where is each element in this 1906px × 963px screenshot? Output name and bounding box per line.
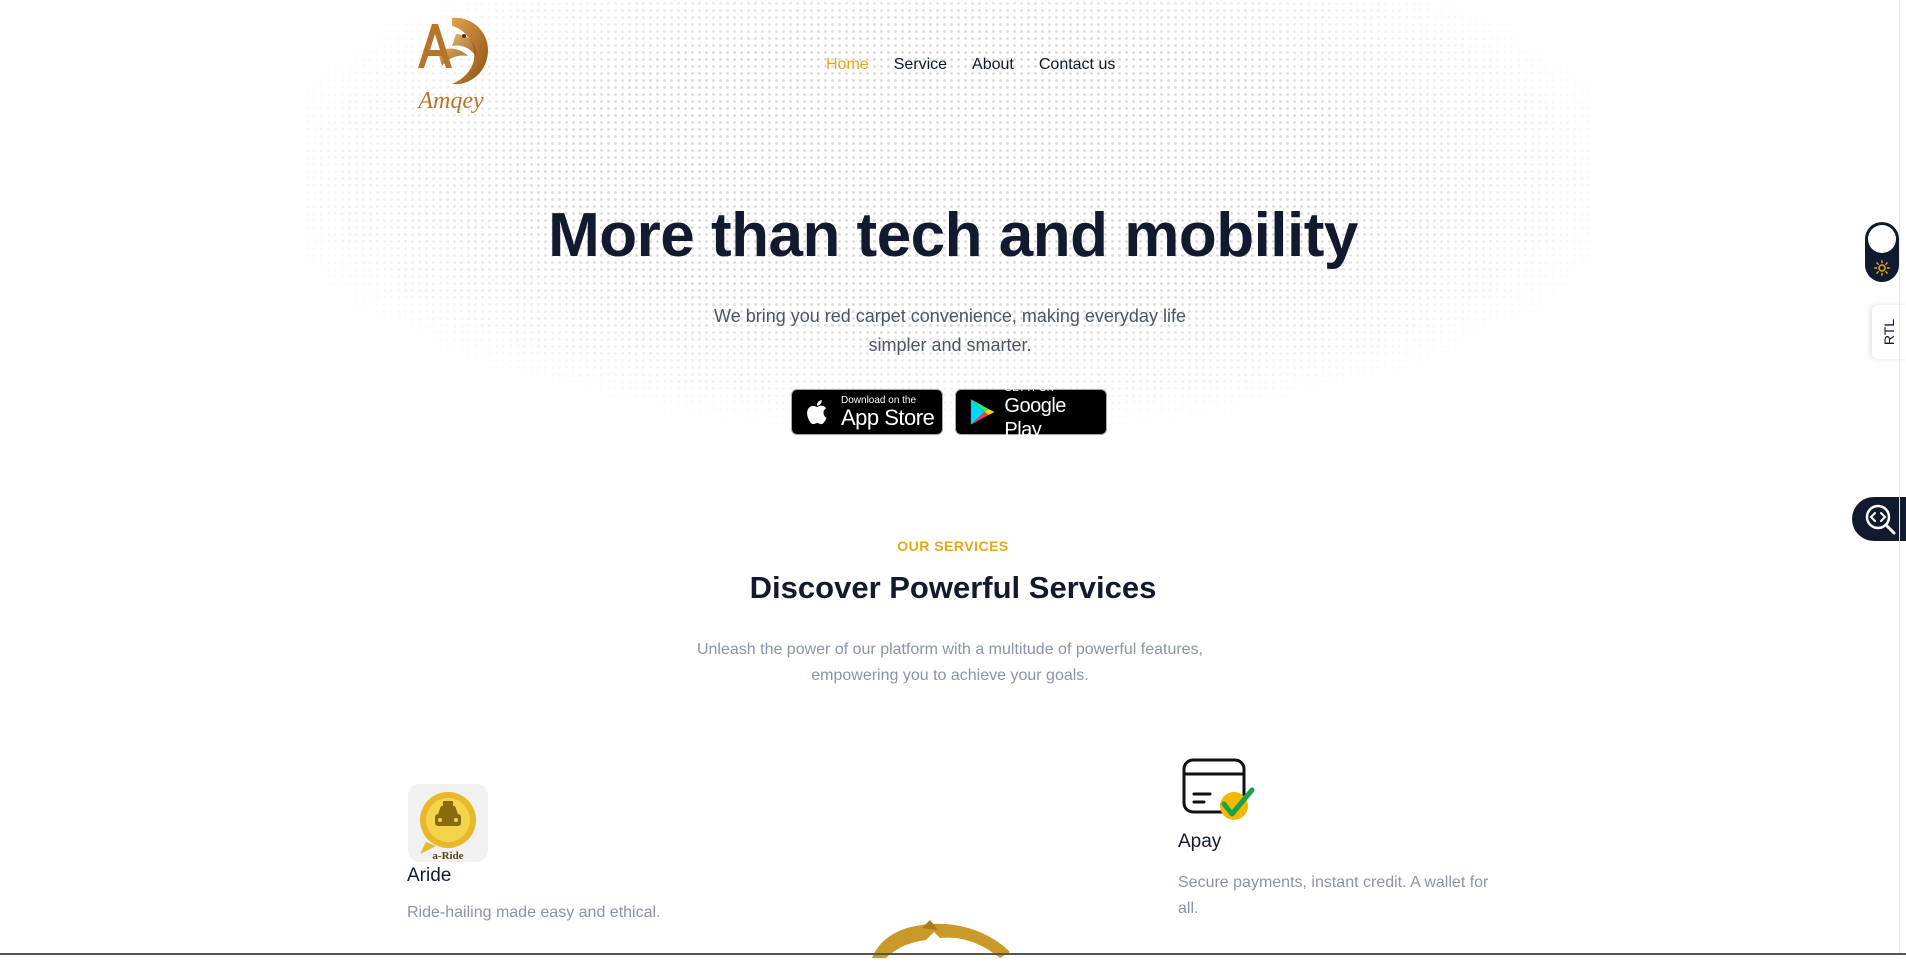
nav-service[interactable]: Service [894,56,947,74]
app-store-button[interactable]: Download on the App Store [791,389,943,435]
google-play-small-text: GET IT ON [1004,382,1055,394]
sun-icon [1874,260,1890,276]
services-subtitle: Unleash the power of our platform with a… [696,641,1204,684]
nav-contact-us[interactable]: Contact us [1039,56,1115,74]
aride-taxi-icon: a-Ride [408,784,488,862]
apple-icon [807,400,827,425]
eagle-logo-icon [418,17,488,85]
service-name-aride: Aride [407,865,452,886]
service-name-apay: Apay [1178,831,1222,852]
brand-logo-text: Amqey [418,88,484,114]
google-play-button[interactable]: GET IT ON Google Play [955,383,1107,441]
services-eyebrow: OUR SERVICES [897,538,1009,554]
eagle-emblem-icon [860,918,1030,958]
app-store-big-text: App Store [841,404,935,430]
app-store-small-text: Download on the [841,394,917,406]
rtl-label: RTL [1881,318,1897,346]
google-play-icon [970,399,995,425]
inspect-code-button[interactable] [1852,497,1906,541]
main-nav: Home Service About Contact us [826,56,1115,74]
theme-toggle-knob [1868,225,1896,253]
scrollbar-track[interactable] [1899,0,1906,955]
service-desc-apay: Secure payments, instant credit. A walle… [1178,874,1489,917]
card-check-icon [1180,756,1256,826]
hero-title: More than tech and mobility [548,201,1358,270]
service-desc-aride: Ride-hailing made easy and ethical. [407,904,661,921]
hero-subtitle: We bring you red carpet convenience, mak… [714,306,1186,355]
brand-logo[interactable]: Amqey [408,12,494,116]
nav-about[interactable]: About [972,56,1014,74]
nav-home[interactable]: Home [826,56,869,74]
google-play-big-text: Google Play [1004,394,1066,441]
svg-text:a-Ride: a-Ride [432,850,463,862]
theme-toggle[interactable] [1865,222,1899,282]
services-title: Discover Powerful Services [749,570,1157,605]
code-search-icon [1865,504,1896,535]
